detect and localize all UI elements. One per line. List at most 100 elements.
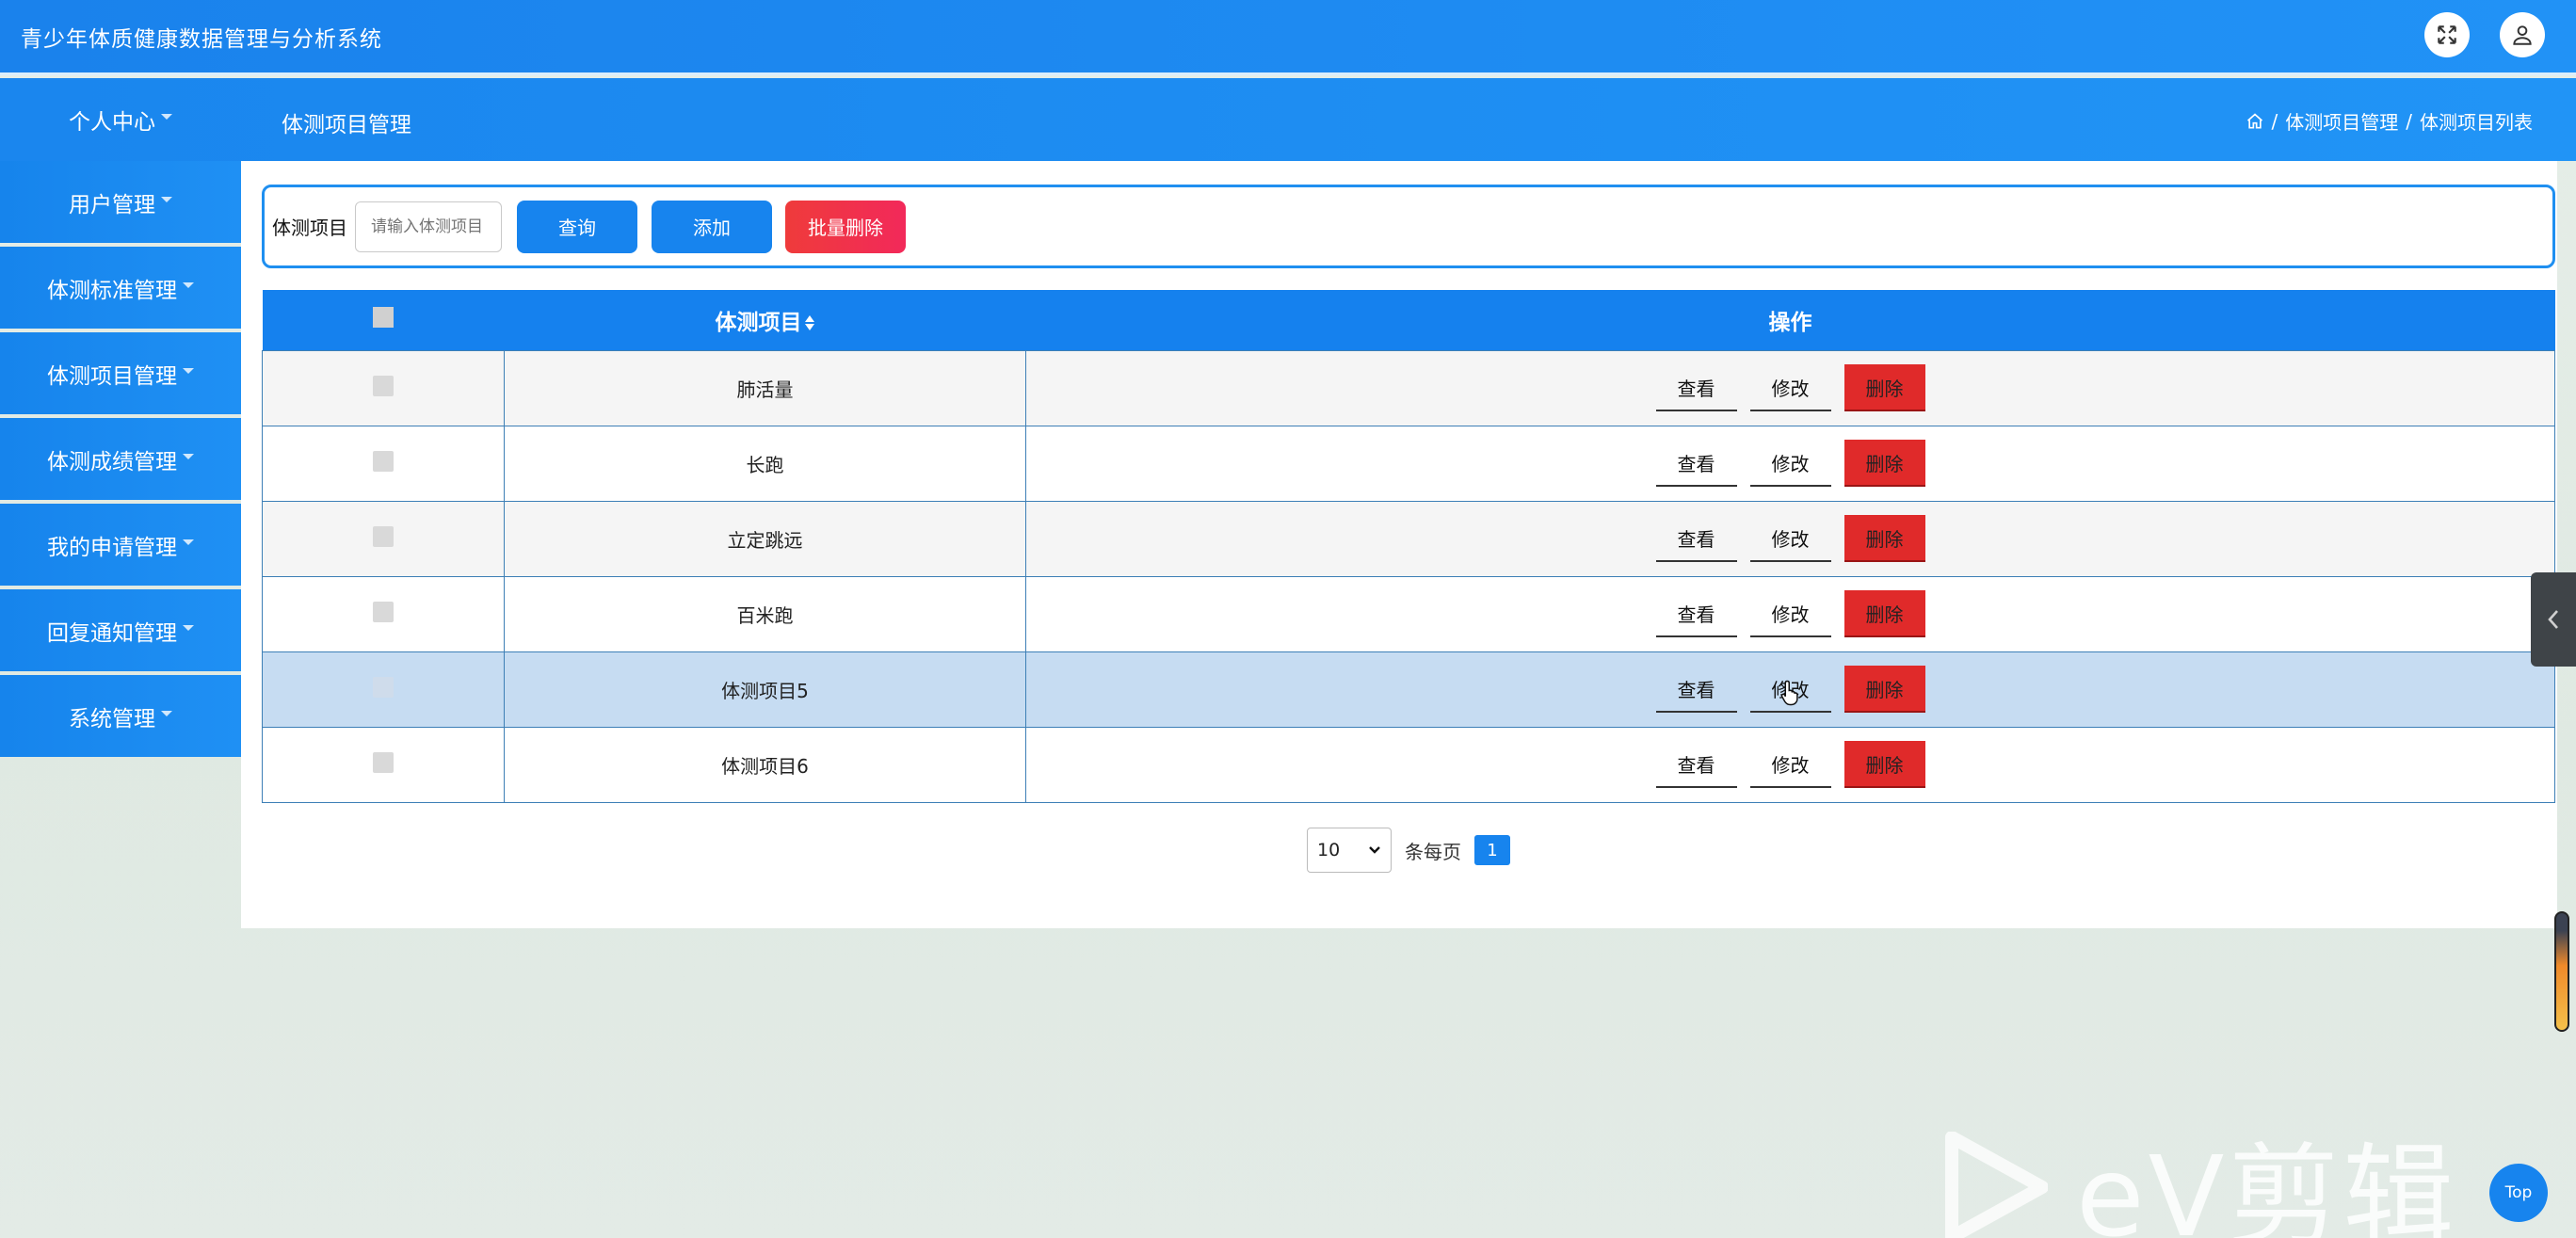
table-row: 肺活量 查看 修改 删除 [262,349,2555,426]
page-size-select[interactable]: 10 [1307,828,1392,873]
nav-personal-center-label: 个人中心 [69,110,155,135]
view-button[interactable]: 查看 [1655,590,1737,637]
app-title: 青少年体质健康数据管理与分析系统 [21,27,382,52]
back-to-top-button[interactable]: Top [2489,1164,2548,1222]
page-number-current[interactable]: 1 [1474,835,1510,865]
side-drawer-toggle[interactable] [2531,572,2576,667]
sidebar-item-system[interactable]: 系统管理 [0,675,241,757]
caret-down-icon [161,710,172,716]
view-button[interactable]: 查看 [1655,741,1737,788]
column-header-item[interactable]: 体测项目 [504,290,1026,350]
data-table: 体测项目 操作 肺活量 查看 修改 删除 长跑 查看 修改 删除 立定跳远 查看… [262,290,2555,803]
actions-cell: 查看 修改 删除 [1025,575,2555,652]
edit-button[interactable]: 修改 [1749,741,1831,788]
user-button[interactable] [2500,12,2545,57]
add-button[interactable]: 添加 [652,200,772,253]
row-checkbox[interactable] [373,676,394,698]
delete-button[interactable]: 删除 [1843,666,1925,713]
chevron-left-icon [2548,610,2558,629]
sort-icon[interactable] [804,314,815,332]
hand-cursor-icon [1780,680,1798,706]
row-checkbox[interactable] [373,525,394,547]
table-row: 体测项目6 查看 修改 删除 [262,726,2555,803]
per-page-label: 条每页 [1405,840,1461,863]
edit-button[interactable]: 修改 [1749,364,1831,411]
view-button[interactable]: 查看 [1655,440,1737,487]
sidebar-item-label: 回复通知管理 [47,620,177,646]
sidebar-item-test-items[interactable]: 体测项目管理 [0,332,241,414]
row-checkbox[interactable] [373,375,394,396]
view-button[interactable]: 查看 [1655,364,1737,411]
edit-button[interactable]: 修改 [1749,590,1831,637]
caret-down-icon [183,367,194,374]
watermark-text: eV剪辑 [2076,1132,2458,1238]
sidebar-item-label: 系统管理 [69,706,155,732]
delete-button[interactable]: 删除 [1843,590,1925,637]
pagination: 10 条每页 1 [1307,828,1510,873]
table-row-hovered: 体测项目5 查看 修改 删除 [262,651,2555,728]
view-button[interactable]: 查看 [1655,515,1737,562]
actions-cell: 查看 修改 删除 [1025,500,2555,577]
caret-down-icon [161,114,172,120]
play-logo-icon [1945,1131,2048,1238]
row-select-cell [262,500,505,577]
column-header-actions: 操作 [1025,290,2555,350]
sidebar-item-label: 用户管理 [69,192,155,217]
chevron-down-icon [1369,846,1380,854]
sidebar-item-label: 体测标准管理 [47,278,177,303]
breadcrumb-item[interactable]: 体测项目管理 [2285,107,2398,135]
item-name-cell: 肺活量 [504,349,1026,426]
item-name-cell: 百米跑 [504,575,1026,652]
row-checkbox[interactable] [373,601,394,622]
actions-cell: 查看 修改 删除 [1025,651,2555,728]
delete-button[interactable]: 删除 [1843,364,1925,411]
table-row: 立定跳远 查看 修改 删除 [262,500,2555,577]
sidebar-item-notifications[interactable]: 回复通知管理 [0,589,241,671]
column-header-label: 体测项目 [715,310,802,335]
item-name-cell: 体测项目6 [504,726,1026,803]
select-all-checkbox[interactable] [373,306,394,328]
nav-personal-center[interactable]: 个人中心 [0,78,241,161]
breadcrumb-item-current: 体测项目列表 [2420,111,2533,134]
delete-button[interactable]: 删除 [1843,515,1925,562]
page-size-value: 10 [1317,840,1341,860]
home-icon[interactable] [2246,112,2264,131]
edit-button[interactable]: 修改 [1749,440,1831,487]
table-header-row: 体测项目 操作 [262,290,2555,350]
edit-button[interactable]: 修改 [1749,515,1831,562]
row-checkbox[interactable] [373,751,394,773]
fullscreen-icon [2438,25,2456,44]
batch-delete-button[interactable]: 批量删除 [785,200,906,253]
row-checkbox[interactable] [373,450,394,472]
row-select-cell [262,425,505,502]
item-name-cell: 立定跳远 [504,500,1026,577]
caret-down-icon [183,281,194,288]
delete-button[interactable]: 删除 [1843,741,1925,788]
sidebar-item-users[interactable]: 用户管理 [0,161,241,243]
item-name-cell: 长跑 [504,425,1026,502]
sidebar-item-standards[interactable]: 体测标准管理 [0,247,241,329]
fullscreen-button[interactable] [2424,12,2470,57]
sub-header: 个人中心 体测项目管理 / 体测项目管理 / 体测项目列表 [0,78,2576,161]
scroll-progress-meter[interactable] [2554,911,2569,1032]
table-row: 长跑 查看 修改 删除 [262,425,2555,502]
row-select-cell [262,726,505,803]
edit-button[interactable]: 修改 [1749,666,1831,713]
breadcrumb-sep: / [2406,109,2412,133]
top-bar: 青少年体质健康数据管理与分析系统 [0,0,2576,75]
sidebar-item-scores[interactable]: 体测成绩管理 [0,418,241,500]
row-select-cell [262,651,505,728]
view-button[interactable]: 查看 [1655,666,1737,713]
sidebar-item-label: 体测项目管理 [47,363,177,389]
query-button[interactable]: 查询 [517,200,637,253]
actions-cell: 查看 修改 删除 [1025,726,2555,803]
sidebar-item-applications[interactable]: 我的申请管理 [0,504,241,586]
delete-button[interactable]: 删除 [1843,440,1925,487]
select-all-header[interactable] [262,290,505,350]
search-input[interactable] [355,201,502,252]
sidebar: 用户管理 体测标准管理 体测项目管理 体测成绩管理 我的申请管理 回复通知管理 … [0,161,241,761]
caret-down-icon [161,196,172,202]
main-content: 体测项目 查询 添加 批量删除 体测项目 操作 肺活量 查看 修 [241,161,2557,928]
page-title: 体测项目管理 [282,113,411,137]
user-icon [2513,25,2532,45]
